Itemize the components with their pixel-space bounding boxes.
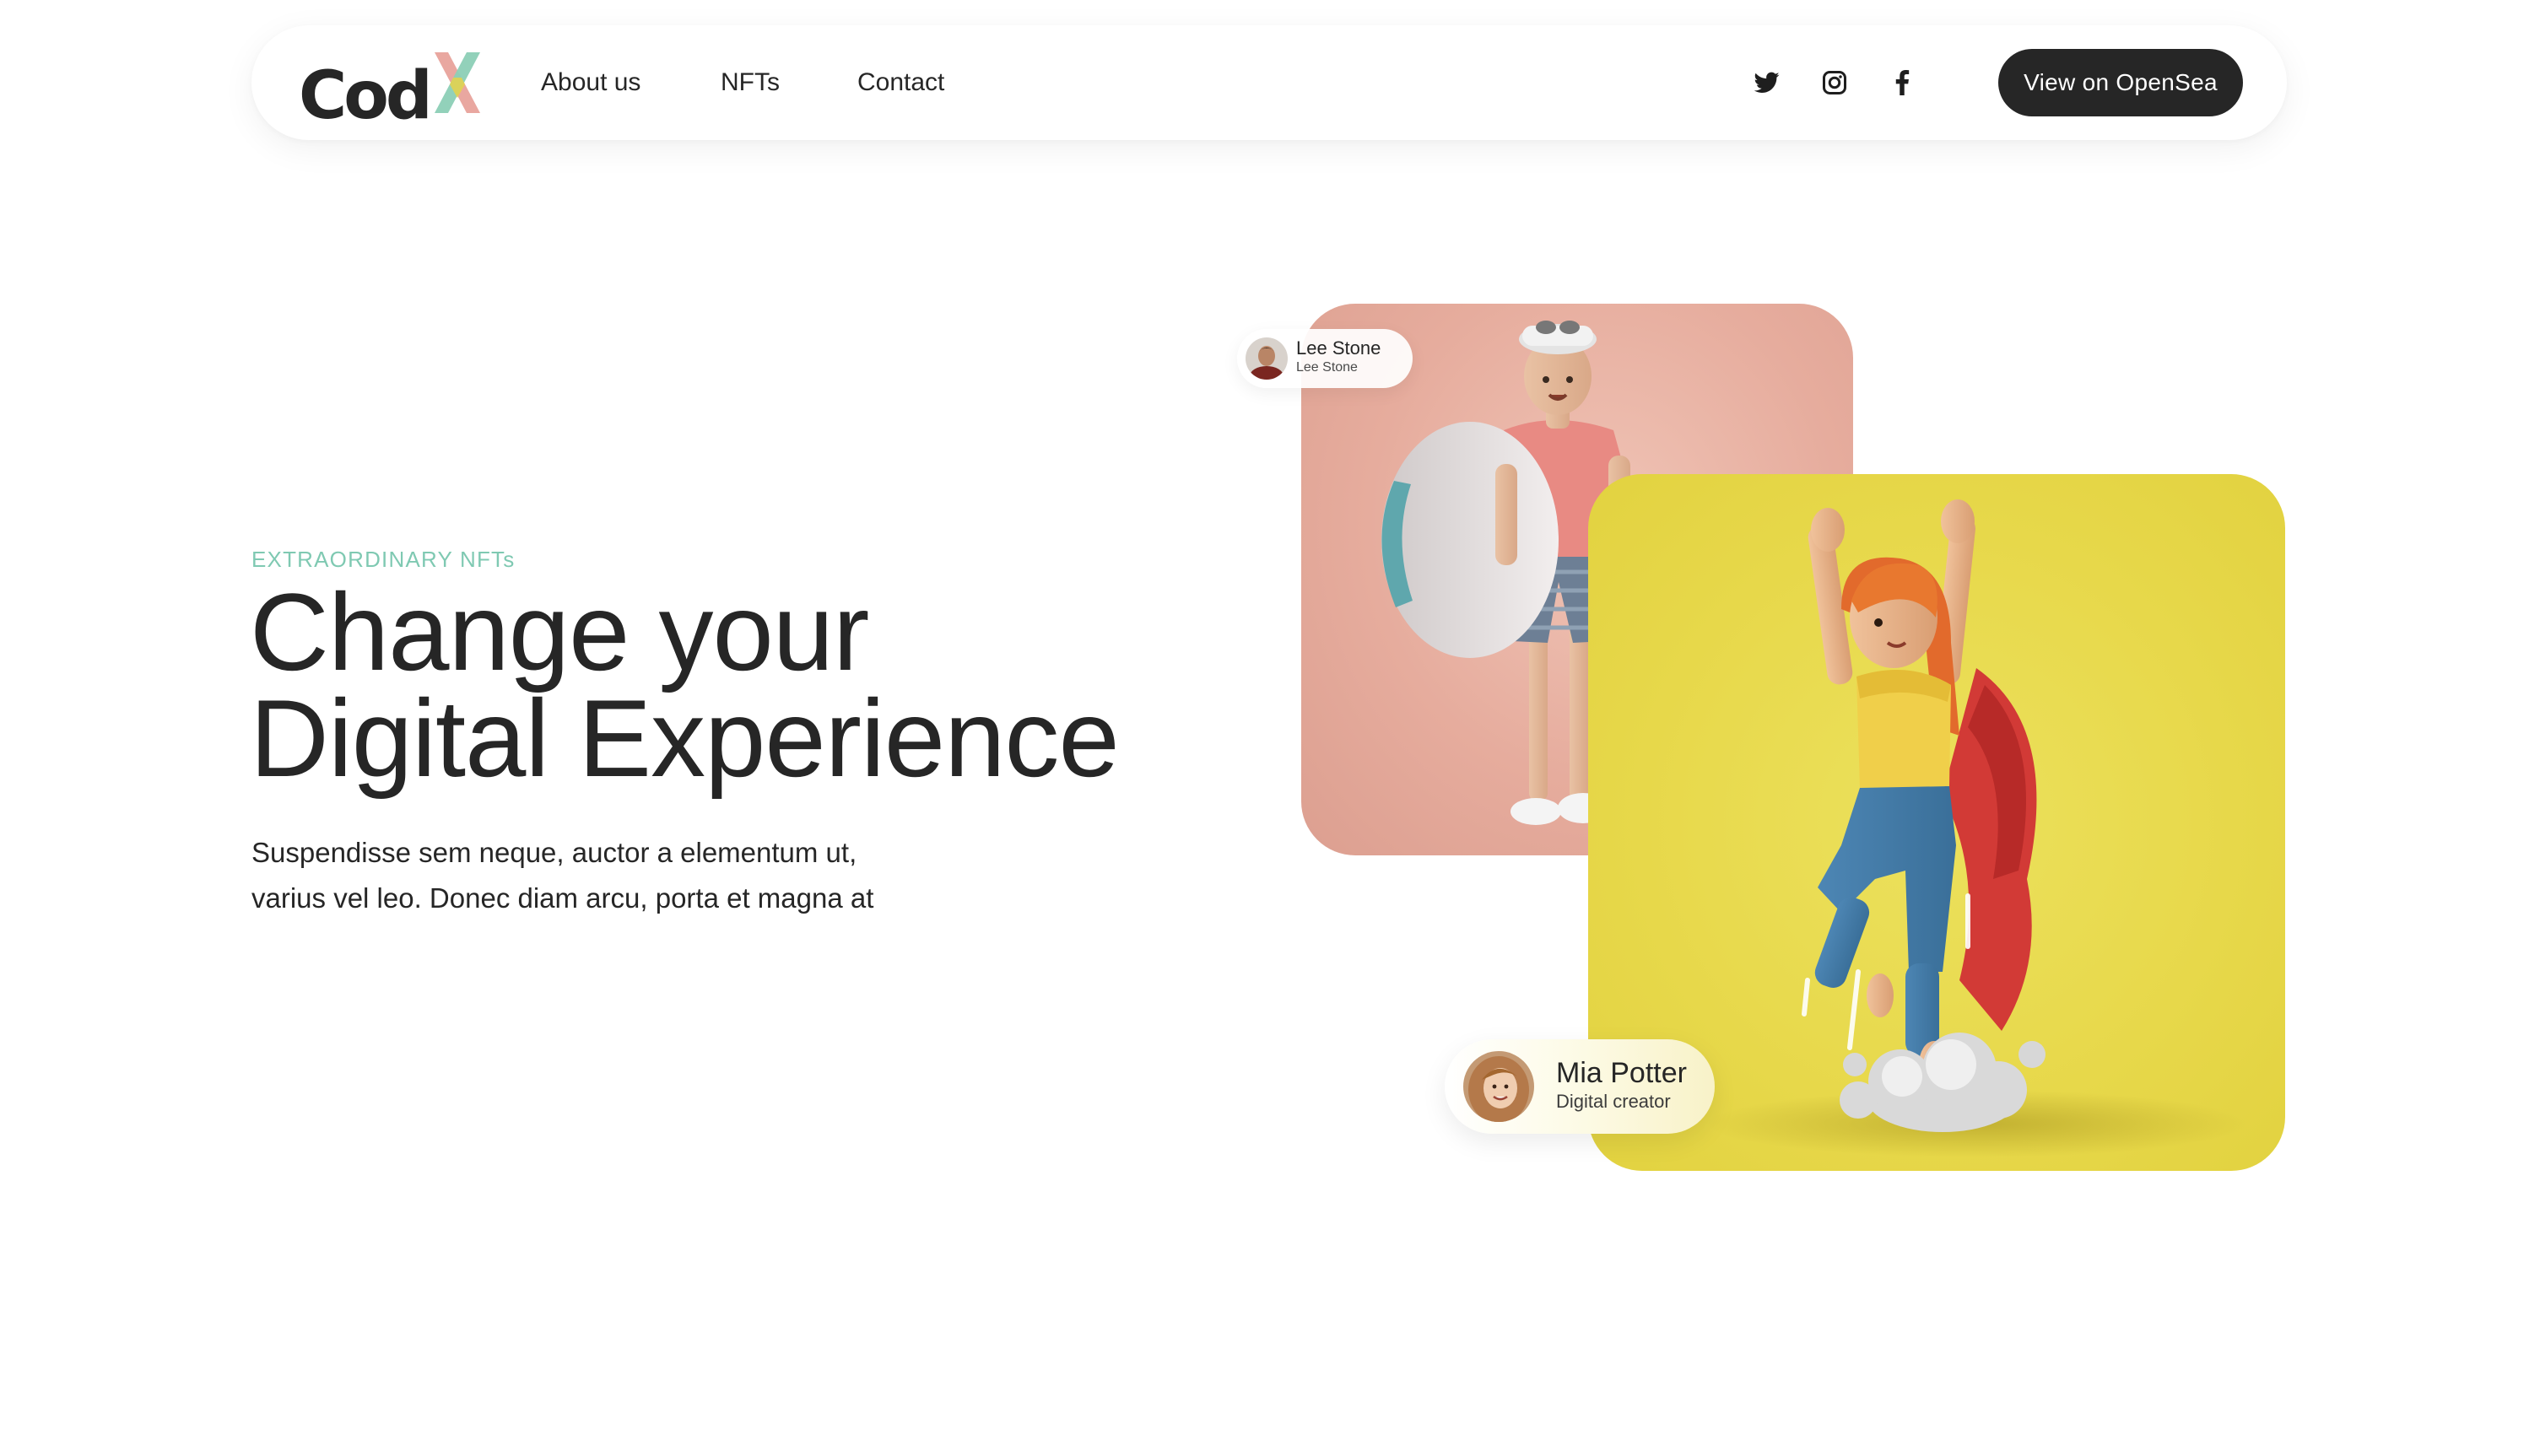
creator-name: Mia Potter [1556,1057,1687,1089]
creator-name: Lee Stone [1296,337,1381,359]
hero-description: Suspendisse sem neque, auctor a elementu… [251,830,1011,921]
hero-description-line-1: Suspendisse sem neque, auctor a elementu… [251,837,857,868]
view-on-opensea-button[interactable]: View on OpenSea [1998,49,2243,116]
nav-link-nfts[interactable]: NFTs [721,61,780,105]
creator-tag-lee-stone[interactable]: Lee Stone Lee Stone [1237,329,1413,388]
twitter-icon[interactable] [1748,64,1786,101]
creator-tag-mia-potter[interactable]: Mia Potter Digital creator [1445,1039,1715,1134]
instagram-icon[interactable] [1816,64,1853,101]
hero-headline-line-1: Change your [250,570,869,693]
nav-link-about-us[interactable]: About us [541,61,640,105]
logo-x-mark [433,47,482,118]
creator-role: Digital creator [1556,1091,1671,1112]
nav-link-contact[interactable]: Contact [857,61,944,105]
logo-text: Cod [299,58,433,134]
top-navbar: Cod About us NFTs Contact View on OpenSe… [251,25,2287,140]
avatar [1246,337,1288,380]
hero-headline-line-2: Digital Experience [250,677,1120,800]
hero-description-line-2: varius vel leo. Donec diam arcu, porta e… [251,882,874,914]
avatar [1463,1051,1534,1122]
facebook-icon[interactable] [1883,64,1921,101]
brand-logo[interactable]: Cod [299,47,482,132]
hero-eyebrow: EXTRAORDINARY NFTs [251,547,516,572]
creator-role: Lee Stone [1296,360,1358,375]
hero-headline: Change your Digital Experience [250,570,1120,800]
